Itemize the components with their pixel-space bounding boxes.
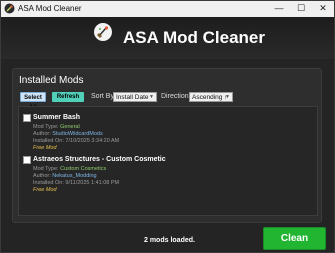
sort-value: Install Date bbox=[116, 94, 149, 101]
app-window: ASA Mod Cleaner — ☐ ✕ ASA Mod Cleaner In… bbox=[0, 0, 335, 253]
title-bar: ASA Mod Cleaner — ☐ ✕ bbox=[1, 1, 334, 17]
mod-installed-date: Installed On: 9/11/2025 1:41:08 PM bbox=[33, 180, 120, 186]
mod-checkbox[interactable] bbox=[23, 114, 31, 122]
mod-name: Astraeos Structures - Custom Cosmetic bbox=[33, 156, 166, 163]
direction-value: Ascending ↑ bbox=[192, 94, 228, 101]
close-button[interactable]: ✕ bbox=[312, 1, 334, 17]
mod-checkbox[interactable] bbox=[23, 156, 31, 164]
mod-author: Author: StudioWildcardMods bbox=[33, 131, 103, 137]
app-icon bbox=[4, 3, 15, 14]
chevron-down-icon: ▼ bbox=[149, 94, 154, 100]
sort-dropdown[interactable]: Install Date ▼ bbox=[113, 92, 157, 102]
panel-title: Installed Mods bbox=[19, 75, 84, 86]
direction-dropdown[interactable]: Ascending ↑ ▼ bbox=[189, 92, 233, 102]
mod-type: Mod Type: General bbox=[33, 124, 80, 130]
free-mod-badge: Free Mod bbox=[33, 187, 57, 193]
logo bbox=[94, 23, 112, 41]
maximize-button[interactable]: ☐ bbox=[290, 1, 312, 17]
chevron-down-icon: ▼ bbox=[225, 94, 230, 100]
app-title: ASA Mod Cleaner bbox=[123, 28, 266, 47]
free-mod-badge: Free Mod bbox=[33, 145, 57, 151]
mod-type: Mod Type: Custom Cosmetics bbox=[33, 166, 107, 172]
select-all-button[interactable]: Select All bbox=[20, 92, 46, 111]
broom-icon bbox=[97, 26, 109, 38]
mod-installed-date: Installed On: 7/10/2025 3:34:20 AM bbox=[33, 138, 120, 144]
status-text: 2 mods loaded. bbox=[144, 237, 195, 244]
direction-label: Direction: bbox=[161, 93, 191, 100]
mod-name: Summer Bash bbox=[33, 114, 81, 121]
clean-button[interactable]: Clean bbox=[263, 227, 326, 250]
mod-author: Author: Nekatus_Modding bbox=[33, 173, 97, 179]
window-title: ASA Mod Cleaner bbox=[18, 4, 82, 13]
minimize-button[interactable]: — bbox=[268, 1, 290, 17]
refresh-button[interactable]: Refresh bbox=[52, 92, 84, 102]
